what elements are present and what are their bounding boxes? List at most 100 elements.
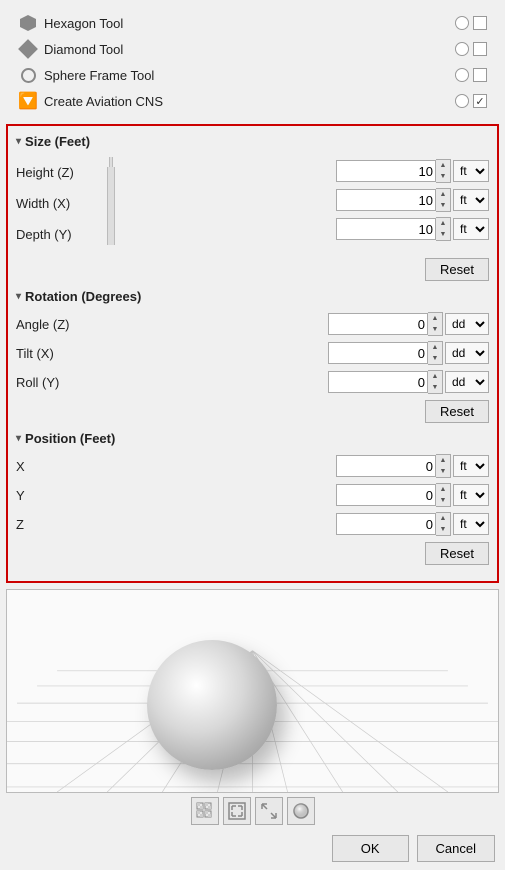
pos-y-spin-up[interactable]: ▲ bbox=[436, 484, 450, 495]
check-aviation-cns[interactable]: ✓ bbox=[473, 94, 487, 108]
dialog-footer: OK Cancel bbox=[6, 829, 499, 864]
tool-item-aviation-cns[interactable]: 🔽 Create Aviation CNS ✓ bbox=[14, 88, 491, 114]
pos-y-unit[interactable]: ftm bbox=[453, 484, 489, 506]
pos-x-input[interactable] bbox=[336, 455, 436, 477]
main-container: Hexagon Tool Diamond Tool Sphere Frame T… bbox=[0, 0, 505, 870]
depth-spinner[interactable]: ▲ ▼ bbox=[436, 217, 451, 241]
position-reset-button[interactable]: Reset bbox=[425, 542, 489, 565]
depth-unit[interactable]: ftm bbox=[453, 218, 489, 240]
check-diamond[interactable] bbox=[473, 42, 487, 56]
roll-input[interactable] bbox=[328, 371, 428, 393]
tool-name-aviation-cns: Create Aviation CNS bbox=[44, 94, 455, 109]
tool-item-sphere-frame[interactable]: Sphere Frame Tool bbox=[14, 62, 491, 88]
tilt-label: Tilt (X) bbox=[16, 346, 96, 361]
tool-item-hexagon[interactable]: Hexagon Tool bbox=[14, 10, 491, 36]
rotation-collapse-arrow[interactable]: ▾ bbox=[16, 291, 21, 302]
angle-spinner[interactable]: ▲ ▼ bbox=[428, 312, 443, 336]
tilt-input[interactable] bbox=[328, 342, 428, 364]
width-input[interactable]: 10 bbox=[336, 189, 436, 211]
radio-diamond[interactable] bbox=[455, 42, 469, 56]
pos-x-spin-up[interactable]: ▲ bbox=[436, 455, 450, 466]
radio-hexagon[interactable] bbox=[455, 16, 469, 30]
position-section-header: ▾ Position (Feet) bbox=[16, 431, 489, 446]
pos-z-input[interactable] bbox=[336, 513, 436, 535]
radio-aviation-cns[interactable] bbox=[455, 94, 469, 108]
size-reset-button[interactable]: Reset bbox=[425, 258, 489, 281]
height-unit[interactable]: ftm bbox=[453, 160, 489, 182]
tilt-unit[interactable]: ddrad bbox=[445, 342, 489, 364]
pos-x-spinner[interactable]: ▲ ▼ bbox=[436, 454, 451, 478]
pos-z-row: Z ▲ ▼ ftm bbox=[16, 512, 489, 536]
pos-y-input[interactable] bbox=[336, 484, 436, 506]
funnel-icon: 🔽 bbox=[18, 91, 38, 111]
panel-container: ▾ Size (Feet) Height (Z) Width bbox=[6, 124, 499, 583]
expand-icon bbox=[260, 802, 278, 820]
pos-z-spinner[interactable]: ▲ ▼ bbox=[436, 512, 451, 536]
angle-unit[interactable]: ddrad bbox=[445, 313, 489, 335]
width-spin-down[interactable]: ▼ bbox=[436, 200, 450, 211]
pos-x-spin-down[interactable]: ▼ bbox=[436, 466, 450, 477]
rotation-section-header: ▾ Rotation (Degrees) bbox=[16, 289, 489, 304]
depth-spin-down[interactable]: ▼ bbox=[436, 229, 450, 240]
height-label: Height (Z) bbox=[16, 165, 96, 180]
radio-sphere-frame[interactable] bbox=[455, 68, 469, 82]
pos-z-spin-down[interactable]: ▼ bbox=[436, 524, 450, 535]
angle-row: Angle (Z) ▲ ▼ ddrad bbox=[16, 312, 489, 336]
hexagon-icon bbox=[18, 13, 38, 33]
preview-sphere-button[interactable] bbox=[287, 797, 315, 825]
preview-toolbar bbox=[6, 793, 499, 829]
height-input[interactable]: 10 bbox=[336, 160, 436, 182]
depth-input-row: 10 ▲ ▼ ftm bbox=[126, 217, 489, 241]
size-vertical-divider bbox=[107, 167, 115, 245]
roll-spin-up[interactable]: ▲ bbox=[428, 371, 442, 382]
height-spin-down[interactable]: ▼ bbox=[436, 171, 450, 182]
3d-sphere bbox=[147, 640, 277, 770]
height-spin-up[interactable]: ▲ bbox=[436, 160, 450, 171]
tool-list: Hexagon Tool Diamond Tool Sphere Frame T… bbox=[6, 6, 499, 118]
pos-x-unit[interactable]: ftm bbox=[453, 455, 489, 477]
tool-radio-check-hexagon bbox=[455, 16, 487, 30]
roll-unit[interactable]: ddrad bbox=[445, 371, 489, 393]
tilt-spinner[interactable]: ▲ ▼ bbox=[428, 341, 443, 365]
tilt-spin-up[interactable]: ▲ bbox=[428, 342, 442, 353]
depth-input[interactable]: 10 bbox=[336, 218, 436, 240]
tilt-row: Tilt (X) ▲ ▼ ddrad bbox=[16, 341, 489, 365]
check-hexagon[interactable] bbox=[473, 16, 487, 30]
size-collapse-arrow[interactable]: ▾ bbox=[16, 136, 21, 147]
tilt-spin-down[interactable]: ▼ bbox=[428, 353, 442, 364]
pos-z-unit[interactable]: ftm bbox=[453, 513, 489, 535]
pos-z-spin-up[interactable]: ▲ bbox=[436, 513, 450, 524]
preview-grid-toggle-button[interactable] bbox=[191, 797, 219, 825]
width-spin-up[interactable]: ▲ bbox=[436, 189, 450, 200]
preview-container bbox=[6, 589, 499, 793]
tool-item-diamond[interactable]: Diamond Tool bbox=[14, 36, 491, 62]
pos-y-spinner[interactable]: ▲ ▼ bbox=[436, 483, 451, 507]
angle-spin-up[interactable]: ▲ bbox=[428, 313, 442, 324]
position-reset-row: Reset bbox=[16, 542, 489, 565]
roll-spinner[interactable]: ▲ ▼ bbox=[428, 370, 443, 394]
roll-row: Roll (Y) ▲ ▼ ddrad bbox=[16, 370, 489, 394]
angle-input[interactable] bbox=[328, 313, 428, 335]
angle-spin-down[interactable]: ▼ bbox=[428, 324, 442, 335]
position-collapse-arrow[interactable]: ▾ bbox=[16, 433, 21, 444]
preview-expand-button[interactable] bbox=[255, 797, 283, 825]
roll-label: Roll (Y) bbox=[16, 375, 96, 390]
width-spinner[interactable]: ▲ ▼ bbox=[436, 188, 451, 212]
ok-button[interactable]: OK bbox=[332, 835, 409, 862]
cancel-button[interactable]: Cancel bbox=[417, 835, 495, 862]
fit-icon bbox=[228, 802, 246, 820]
tool-radio-check-diamond bbox=[455, 42, 487, 56]
tool-name-sphere-frame: Sphere Frame Tool bbox=[44, 68, 455, 83]
check-sphere-frame[interactable] bbox=[473, 68, 487, 82]
height-spinner[interactable]: ▲ ▼ bbox=[436, 159, 451, 183]
width-unit[interactable]: ftm bbox=[453, 189, 489, 211]
depth-label: Depth (Y) bbox=[16, 227, 96, 242]
sphere-preview-icon bbox=[292, 802, 310, 820]
depth-spin-up[interactable]: ▲ bbox=[436, 218, 450, 229]
pos-y-row: Y ▲ ▼ ftm bbox=[16, 483, 489, 507]
rotation-reset-button[interactable]: Reset bbox=[425, 400, 489, 423]
height-label-row: Height (Z) bbox=[16, 159, 96, 185]
roll-spin-down[interactable]: ▼ bbox=[428, 382, 442, 393]
pos-y-spin-down[interactable]: ▼ bbox=[436, 495, 450, 506]
preview-fit-button[interactable] bbox=[223, 797, 251, 825]
